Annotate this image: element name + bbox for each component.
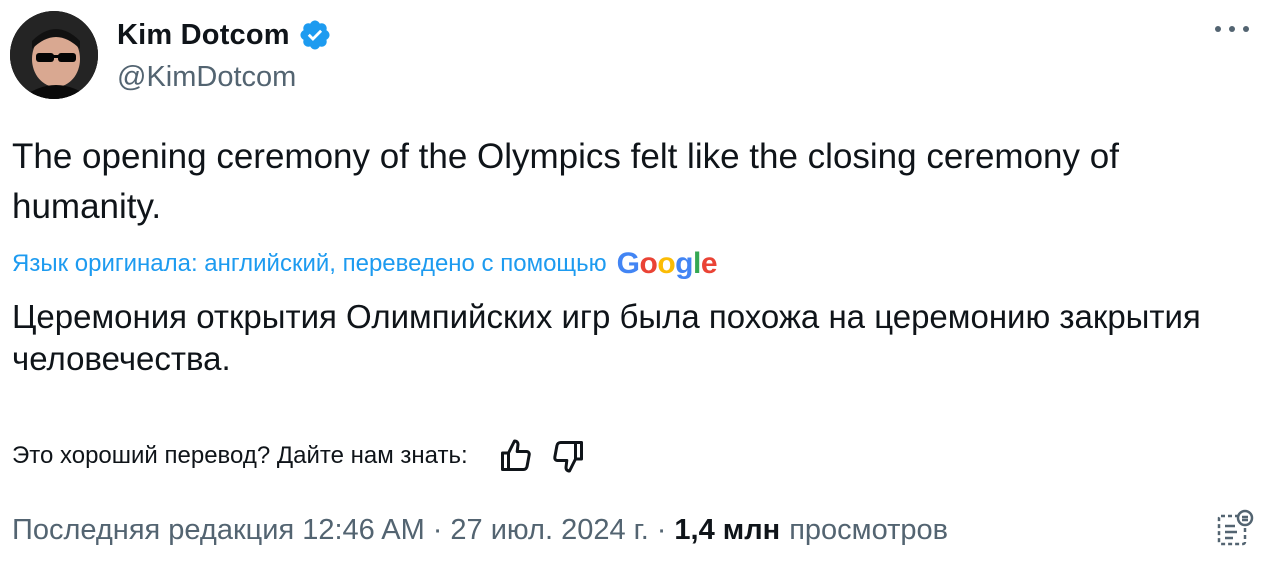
verified-badge-icon[interactable] <box>298 18 332 52</box>
translation-note-text[interactable]: Язык оригинала: английский, переведено с… <box>12 250 607 278</box>
thumbs-down-icon[interactable] <box>548 436 588 476</box>
avatar[interactable] <box>10 11 98 99</box>
tweet-time[interactable]: 12:46 AM <box>302 514 425 547</box>
feedback-question: Это хороший перевод? Дайте нам знать: <box>12 442 468 469</box>
translation-feedback: Это хороший перевод? Дайте нам знать: <box>12 436 588 476</box>
display-name-row: Kim Dotcom <box>117 15 332 55</box>
edited-label[interactable]: Последняя редакция <box>12 514 294 547</box>
more-options-icon[interactable] <box>1215 19 1249 39</box>
analytics-icon[interactable] <box>1215 508 1255 548</box>
thumbs-up-icon[interactable] <box>496 436 536 476</box>
author-display-name[interactable]: Kim Dotcom <box>117 19 290 52</box>
meta-separator: · <box>656 513 667 546</box>
tweet-header: Kim Dotcom @KimDotcom <box>10 11 1263 101</box>
author-handle[interactable]: @KimDotcom <box>117 61 332 94</box>
views-count: 1,4 млн <box>674 513 781 546</box>
tweet-text: The opening ceremony of the Olympics fel… <box>12 137 1119 226</box>
author-names: Kim Dotcom @KimDotcom <box>117 15 332 94</box>
tweet-meta: Последняя редакция 12:46 AM · 27 июл. 20… <box>12 508 948 552</box>
meta-separator: · <box>432 513 443 546</box>
translation-note[interactable]: Язык оригинала: английский, переведено с… <box>12 246 718 282</box>
tweet-date[interactable]: 27 июл. 2024 г. <box>450 514 648 547</box>
translated-text: Церемония открытия Олимпийских игр была … <box>12 298 1201 377</box>
views-label: просмотров <box>789 513 949 546</box>
google-logo: Google <box>616 247 718 280</box>
